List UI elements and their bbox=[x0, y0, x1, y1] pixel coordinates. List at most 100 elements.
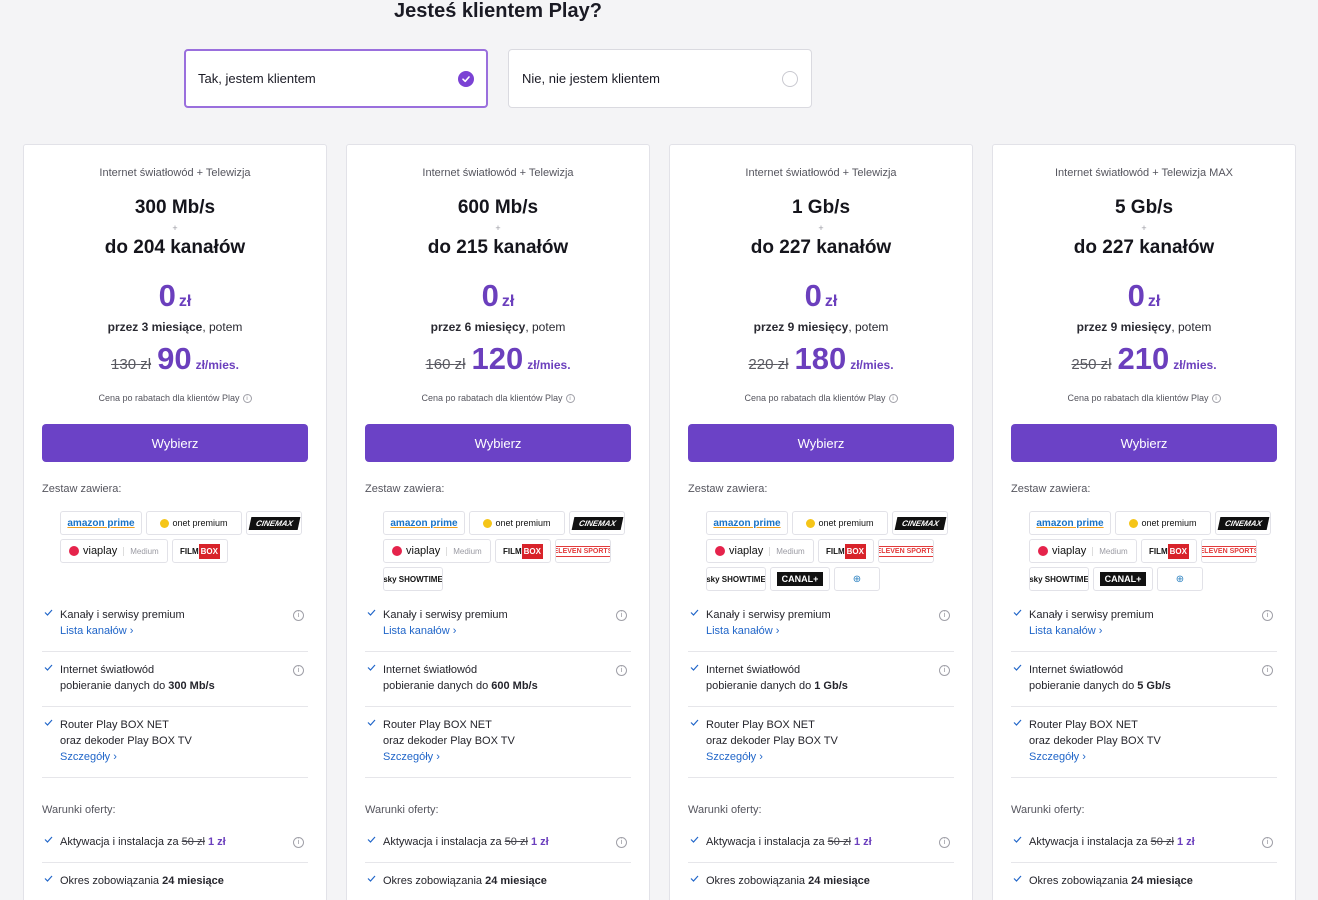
chevron-right-icon: › bbox=[436, 751, 440, 763]
details-link[interactable]: Szczegóły › bbox=[706, 749, 954, 765]
commitment-text: Okres zobowiązania 24 miesiące bbox=[60, 873, 308, 889]
select-button[interactable]: Wybierz bbox=[688, 424, 954, 462]
filmbox-logo: FILM BOX bbox=[1141, 539, 1197, 563]
select-button[interactable]: Wybierz bbox=[1011, 424, 1277, 462]
old-price-unit: zł bbox=[140, 356, 152, 373]
info-icon[interactable]: i bbox=[616, 665, 627, 676]
logo-text: FILM bbox=[179, 546, 199, 556]
channel-list-link[interactable]: Lista kanałów › bbox=[60, 623, 308, 639]
download-value: 300 Mb/s bbox=[168, 680, 215, 692]
link-text: Szczegóły bbox=[1029, 751, 1080, 763]
new-price-unit: zł/mies. bbox=[527, 358, 571, 372]
feature-text: Router Play BOX NET bbox=[60, 719, 169, 731]
feature-text: Internet światłowód bbox=[706, 664, 801, 676]
info-icon[interactable]: i bbox=[242, 394, 252, 404]
conditions-label: Warunki oferty: bbox=[688, 804, 762, 816]
old-price-value: 130 bbox=[111, 356, 137, 373]
info-icon[interactable]: i bbox=[616, 837, 627, 848]
radio-icon[interactable] bbox=[782, 70, 798, 87]
info-icon[interactable]: i bbox=[293, 665, 304, 676]
cinemax-logo: CINEMAX bbox=[246, 511, 302, 535]
check-icon bbox=[367, 663, 376, 672]
feature-download: pobieranie danych do 600 Mb/s bbox=[383, 678, 631, 694]
channel-list-link[interactable]: Lista kanałów › bbox=[383, 623, 631, 639]
feature-download: pobieranie danych do 5 Gb/s bbox=[1029, 678, 1277, 694]
link-text: Lista kanałów bbox=[383, 625, 450, 637]
commitment-value: 24 miesiące bbox=[808, 875, 870, 887]
chevron-right-icon: › bbox=[775, 625, 780, 637]
feature-text: oraz dekoder Play BOX TV bbox=[60, 735, 192, 747]
info-icon[interactable]: i bbox=[939, 610, 950, 621]
info-icon[interactable]: i bbox=[1262, 665, 1273, 676]
feature-text: Kanały i serwisy premium bbox=[706, 609, 831, 621]
chevron-right-icon: › bbox=[759, 751, 763, 763]
info-icon[interactable]: i bbox=[888, 394, 898, 404]
logo-text: sky SHOWTIME bbox=[706, 574, 766, 584]
info-icon[interactable]: i bbox=[565, 394, 575, 404]
sky-showtime-logo: sky SHOWTIME bbox=[1029, 567, 1089, 591]
info-icon[interactable]: i bbox=[616, 610, 627, 621]
promo-price-unit: zł bbox=[178, 293, 192, 310]
info-icon[interactable]: i bbox=[1211, 394, 1221, 404]
new-price-value: 210 bbox=[1117, 341, 1170, 376]
new-price-value: 180 bbox=[794, 341, 847, 376]
check-icon bbox=[1013, 835, 1022, 844]
feature-text: oraz dekoder Play BOX TV bbox=[383, 735, 515, 747]
info-icon[interactable]: i bbox=[293, 610, 304, 621]
channel-list-link[interactable]: Lista kanałów › bbox=[706, 623, 954, 639]
info-icon[interactable]: i bbox=[1262, 837, 1273, 848]
logo-row: amazon prime onet premium CINEMAX bbox=[60, 511, 310, 535]
details-link[interactable]: Szczegóły › bbox=[1029, 749, 1277, 765]
viaplay-mark-icon bbox=[1038, 546, 1048, 556]
logo-text: ELEVEN SPORTS bbox=[556, 545, 610, 557]
choice-label: Nie, nie jestem klientem bbox=[522, 71, 660, 86]
feature-list: Kanały i serwisy premium Lista kanałów ›… bbox=[688, 597, 954, 778]
commitment-text: Okres zobowiązania 24 miesiące bbox=[1029, 873, 1277, 889]
info-icon[interactable]: i bbox=[293, 837, 304, 848]
feature-premium: Kanały i serwisy premium Lista kanałów ›… bbox=[688, 597, 954, 652]
old-price-unit: zł bbox=[777, 356, 789, 373]
activation-text: Aktywacja i instalacja za 50 zł 1 zł bbox=[1029, 834, 1277, 850]
plan-channels: do 204 kanałów bbox=[104, 237, 246, 258]
viaplay-logo: viaplay Medium bbox=[1029, 539, 1137, 563]
select-button[interactable]: Wybierz bbox=[365, 424, 631, 462]
plus-sign: + bbox=[172, 223, 178, 233]
commitment-text: Okres zobowiązania 24 miesiące bbox=[383, 873, 631, 889]
new-price-unit: zł/mies. bbox=[195, 358, 239, 372]
choice-client-yes[interactable]: Tak, jestem klientem bbox=[184, 49, 488, 108]
select-button[interactable]: Wybierz bbox=[42, 424, 308, 462]
activation-old-price: 50 zł bbox=[181, 836, 205, 848]
conditions-label: Warunki oferty: bbox=[365, 804, 439, 816]
plus-sign: + bbox=[1141, 223, 1147, 233]
plan-channels: do 215 kanałów bbox=[427, 237, 569, 258]
filmbox-logo: FILM BOX bbox=[172, 539, 228, 563]
cinemax-logo: CINEMAX bbox=[569, 511, 625, 535]
logo-text: viaplay bbox=[406, 545, 441, 557]
logo-tier: Medium bbox=[446, 546, 482, 556]
logo-text: amazon prime bbox=[67, 517, 135, 529]
feature-internet: Internet światłowód pobieranie danych do… bbox=[42, 652, 308, 707]
commitment-label: Okres zobowiązania bbox=[1029, 875, 1132, 887]
plan-category: Internet światłowód + Telewizja bbox=[99, 167, 251, 179]
question-heading: Jesteś klientem Play? bbox=[394, 0, 602, 22]
feature-activation: Aktywacja i instalacja za 50 zł 1 zł i bbox=[688, 824, 954, 863]
plus-sign: + bbox=[495, 223, 501, 233]
details-link[interactable]: Szczegóły › bbox=[60, 749, 308, 765]
activation-old-price: 50 zł bbox=[504, 836, 528, 848]
info-icon[interactable]: i bbox=[939, 837, 950, 848]
plan-speed: 1 Gb/s bbox=[791, 197, 851, 218]
onet-dot-icon bbox=[806, 518, 816, 528]
check-icon bbox=[690, 835, 699, 844]
details-link[interactable]: Szczegóły › bbox=[383, 749, 631, 765]
info-icon[interactable]: i bbox=[939, 665, 950, 676]
info-icon[interactable]: i bbox=[1262, 610, 1273, 621]
eleven-sports-logo: ELEVEN SPORTS bbox=[555, 539, 611, 563]
filmbox-logo: FILM BOX bbox=[495, 539, 551, 563]
commitment-label: Okres zobowiązania bbox=[60, 875, 163, 887]
channel-list-link[interactable]: Lista kanałów › bbox=[1029, 623, 1277, 639]
choice-client-no[interactable]: Nie, nie jestem klientem bbox=[508, 49, 812, 108]
onet-dot-icon bbox=[1129, 518, 1139, 528]
conditions-list: Aktywacja i instalacja za 50 zł 1 zł i O… bbox=[42, 824, 308, 900]
check-icon bbox=[690, 874, 699, 883]
conditions-list: Aktywacja i instalacja za 50 zł 1 zł i O… bbox=[1011, 824, 1277, 900]
